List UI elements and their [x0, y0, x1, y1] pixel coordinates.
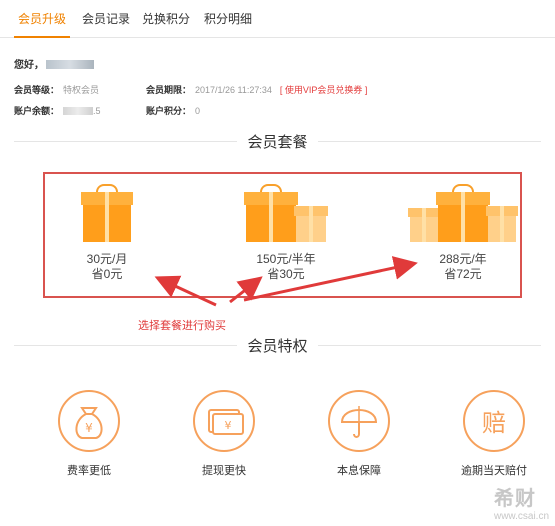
svg-text:¥: ¥ [225, 419, 232, 432]
watermark-url: www.csai.cn [493, 511, 549, 522]
select-package-hint: 选择套餐进行购买 [138, 320, 226, 332]
privilege-label: 本息保障 [337, 465, 381, 477]
umbrella-icon [328, 390, 390, 452]
svg-text:¥: ¥ [85, 421, 93, 435]
privilege-label: 提现更快 [202, 465, 246, 477]
privilege-principal-protection: 本息保障 [319, 390, 399, 478]
privileges-section-title: 会员特权 [0, 335, 555, 356]
arrow-left [154, 275, 217, 307]
arrow-right [243, 256, 418, 302]
cash-icon: ¥ [193, 390, 255, 452]
privilege-label: 费率更低 [67, 465, 111, 477]
privilege-label: 逾期当天赔付 [461, 465, 527, 477]
privilege-lower-fees: ¥ 费率更低 [49, 390, 129, 478]
svg-text:赔: 赔 [482, 409, 506, 437]
privilege-overdue-compensation: 赔 逾期当天赔付 [454, 390, 534, 478]
money-bag-icon: ¥ [58, 390, 120, 452]
watermark-logo-text: 希财 [493, 488, 536, 510]
site-watermark: 希财 www.csai.cn [494, 482, 549, 522]
compensation-icon: 赔 [463, 390, 525, 452]
privilege-faster-withdrawal: ¥ 提现更快 [184, 390, 264, 478]
